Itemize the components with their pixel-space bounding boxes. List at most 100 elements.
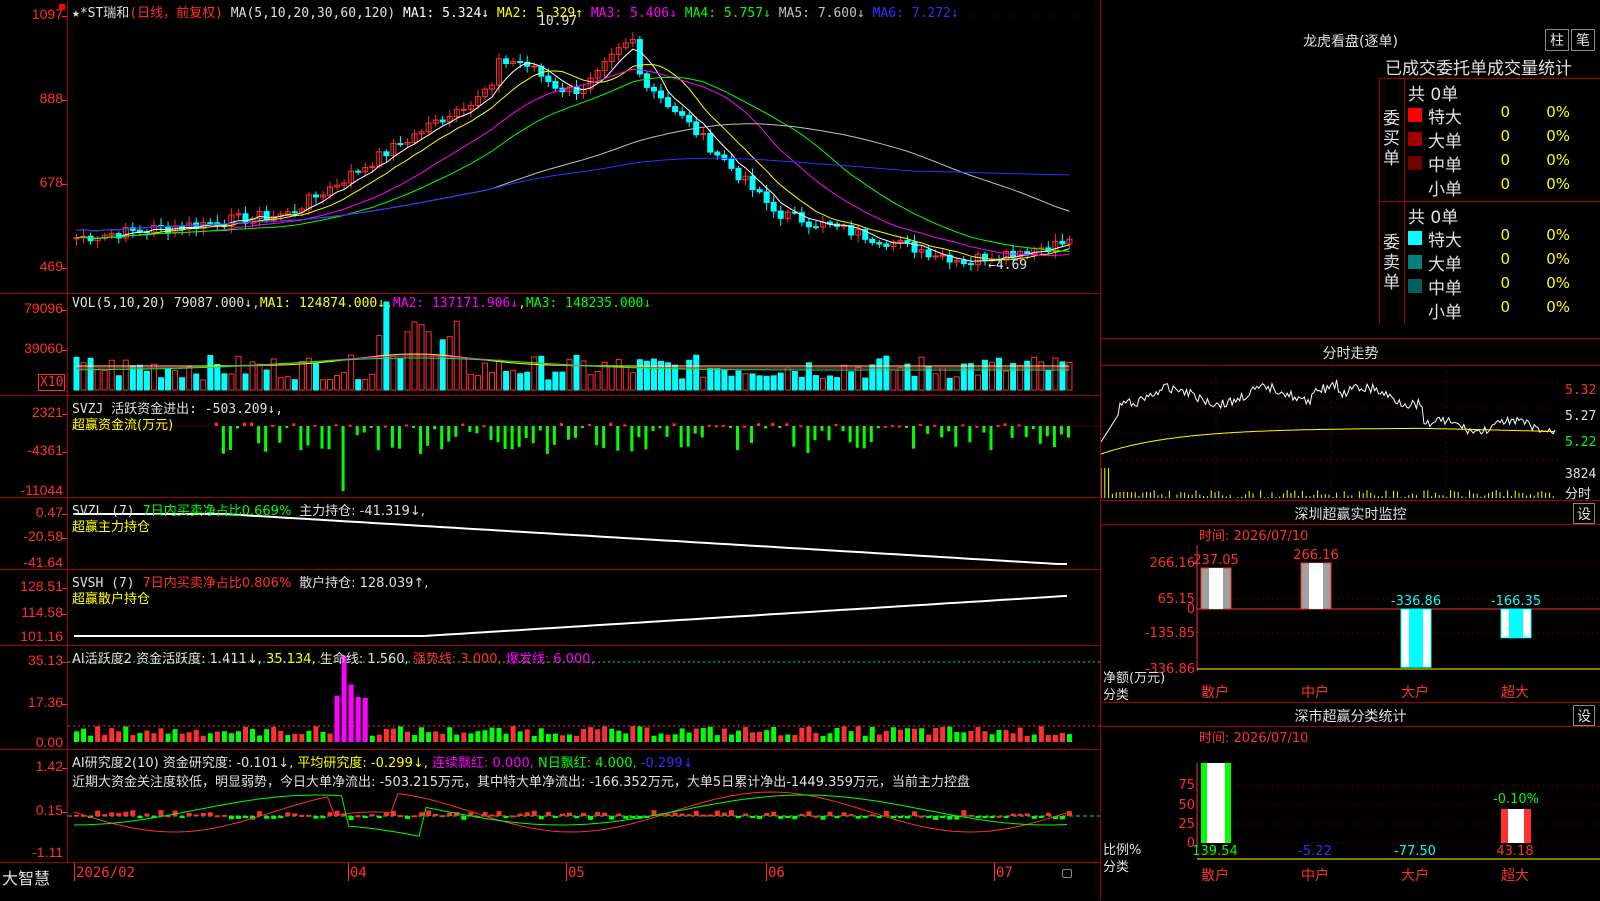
- flow-bar: [630, 426, 634, 452]
- research-bar: [137, 816, 143, 818]
- volume-bar: [291, 379, 298, 391]
- candle-body: [383, 151, 390, 157]
- flow-bar: [419, 426, 423, 454]
- flow-bar: [912, 426, 916, 449]
- kline-chart[interactable]: [68, 0, 1100, 294]
- flow-bar: [496, 426, 500, 443]
- volume-bar: [277, 377, 284, 391]
- flow-bar: [440, 426, 444, 450]
- candle-body: [728, 158, 735, 169]
- kline-plot[interactable]: [68, 0, 1100, 293]
- volume-bar: [439, 339, 446, 391]
- activity-bar: [144, 730, 150, 742]
- sz-monitor-panel[interactable]: 深圳超赢实时监控 设 时间: 2026/07/10 266.16 65.15 0 -1…: [1100, 500, 1600, 703]
- volume-bar: [263, 369, 270, 391]
- stats-tabs[interactable]: 已成交委托单成交量统计: [1385, 54, 1600, 79]
- flow-bar: [989, 426, 993, 451]
- category-bar-highlight: [1207, 763, 1225, 843]
- ma1-value: MA1: 5.324↓: [403, 6, 490, 21]
- sz-class-panel[interactable]: 深市超赢分类统计 设 时间: 2026/07/10 75 50 25 0 -0.10% 1…: [1100, 702, 1600, 900]
- y-label: 114.58: [21, 604, 63, 620]
- flow-bar: [827, 426, 831, 441]
- flow-bar: [1010, 426, 1014, 438]
- flow-bar: [750, 426, 754, 443]
- volume-bar: [122, 359, 129, 391]
- sz-class-chart[interactable]: 7550250-0.10%139.54 -5.22 -77.50 43.18散户 中户大…: [1101, 727, 1600, 901]
- volume-bar: [397, 358, 404, 391]
- flow-bar: [975, 425, 979, 428]
- volume-bar: [362, 378, 369, 391]
- volume-bar: [193, 373, 200, 391]
- ai-activity-panel[interactable]: 35.13 17.36 0.00 AI活跃度2 资金活跃度: 1.411↓, 3…: [0, 646, 1100, 750]
- fund-flow-panel[interactable]: 2321 -4361 -11044 SVZJ 活跃资金进出: -503.209↓…: [0, 396, 1100, 498]
- volume-bar: [94, 369, 101, 391]
- buy-label: 委买单: [1383, 109, 1400, 169]
- research-bar: [383, 812, 389, 816]
- lock-icon[interactable]: [1062, 869, 1072, 878]
- activity-bar: [531, 735, 537, 742]
- kline-panel[interactable]: 1097 888 678 469 ★*ST瑞和(日线，前复权) MA(5,10,…: [0, 0, 1100, 294]
- bar-mode-button[interactable]: 柱: [1545, 29, 1569, 51]
- main-holding-line: [74, 513, 1067, 565]
- research-bar: [693, 810, 699, 816]
- volume-bar: [777, 372, 784, 391]
- y-label: 101.16: [20, 628, 63, 644]
- sz-monitor-settings-button[interactable]: 设: [1573, 503, 1595, 524]
- sz-monitor-chart[interactable]: 266.1665.150-135.85-336.86237.05 266.16-3…: [1101, 525, 1600, 703]
- flow-bar: [264, 426, 268, 452]
- ai1-value: 35.134,: [266, 652, 316, 667]
- volume-bar: [172, 369, 179, 391]
- ai-research-panel[interactable]: 1.42 0.15 -1.11 AI研究度2(10) 资金研究度: -0.101…: [0, 750, 1100, 862]
- tick-mode-button[interactable]: 笔: [1571, 29, 1595, 51]
- volume-bar: [425, 331, 432, 391]
- flow-bar: [489, 426, 493, 440]
- intraday-panel[interactable]: 分时走势 5.32 5.27 5.22 3824 分时: [1100, 338, 1600, 502]
- activity-bar: [158, 728, 164, 742]
- svsh-ratio: 7日内买卖净占比0.806%: [142, 576, 292, 591]
- buy-total: 共 0单: [1408, 85, 1459, 105]
- research-bar: [243, 816, 249, 819]
- volume-bar: [488, 372, 495, 391]
- research-bar: [95, 810, 101, 816]
- activity-bar: [334, 695, 340, 742]
- volume-bar: [418, 324, 425, 391]
- intraday-chart[interactable]: [1101, 366, 1561, 500]
- x-axis-bar: 大智慧 2026/02 04 05 06 07: [0, 862, 1100, 901]
- research-bar: [278, 816, 284, 818]
- vol-ma1: MA1: 124874.000↓: [259, 296, 386, 311]
- volume-bar: [841, 364, 848, 391]
- research-bar: [820, 816, 826, 820]
- candle-body: [869, 238, 876, 244]
- research-bar: [792, 816, 798, 820]
- volume-bar: [629, 372, 636, 391]
- candle-body: [770, 201, 777, 212]
- volume-panel[interactable]: 79096 39060 X10 VOL(5,10,20) 79087.000↓,…: [0, 294, 1100, 396]
- research-bar: [869, 814, 875, 817]
- main-holding-panel[interactable]: 0.47 -20.58 -41.64 SVZL (7) 7日内买卖净占比0.66…: [0, 498, 1100, 570]
- volume-bar: [298, 360, 305, 391]
- flow-bar: [588, 423, 592, 426]
- research-bar: [757, 816, 763, 819]
- y-label: 50: [1178, 798, 1195, 813]
- retail-holding-panel[interactable]: 128.51 114.58 101.16 SVSH (7) 7日内买卖净占比0.…: [0, 570, 1100, 646]
- activity-bar: [637, 726, 643, 742]
- activity-bar: [841, 726, 847, 742]
- activity-bar: [904, 728, 910, 742]
- volume-bar: [467, 373, 474, 391]
- activity-bar: [883, 730, 889, 742]
- research-bar: [186, 812, 192, 816]
- activity-bar: [376, 734, 382, 742]
- volume-bar: [200, 379, 207, 391]
- research-bar: [609, 816, 615, 820]
- volume-bar: [517, 373, 524, 391]
- activity-bar: [926, 734, 932, 742]
- sz-class-settings-button[interactable]: 设: [1573, 705, 1595, 726]
- activity-bar: [285, 734, 291, 742]
- activity-bar: [792, 734, 798, 742]
- activity-bar: [785, 734, 791, 742]
- research-bar: [369, 814, 375, 817]
- flow-bar: [792, 426, 796, 447]
- flow-bar: [820, 426, 824, 431]
- volume-bar: [946, 377, 953, 391]
- flow-bar: [214, 422, 218, 426]
